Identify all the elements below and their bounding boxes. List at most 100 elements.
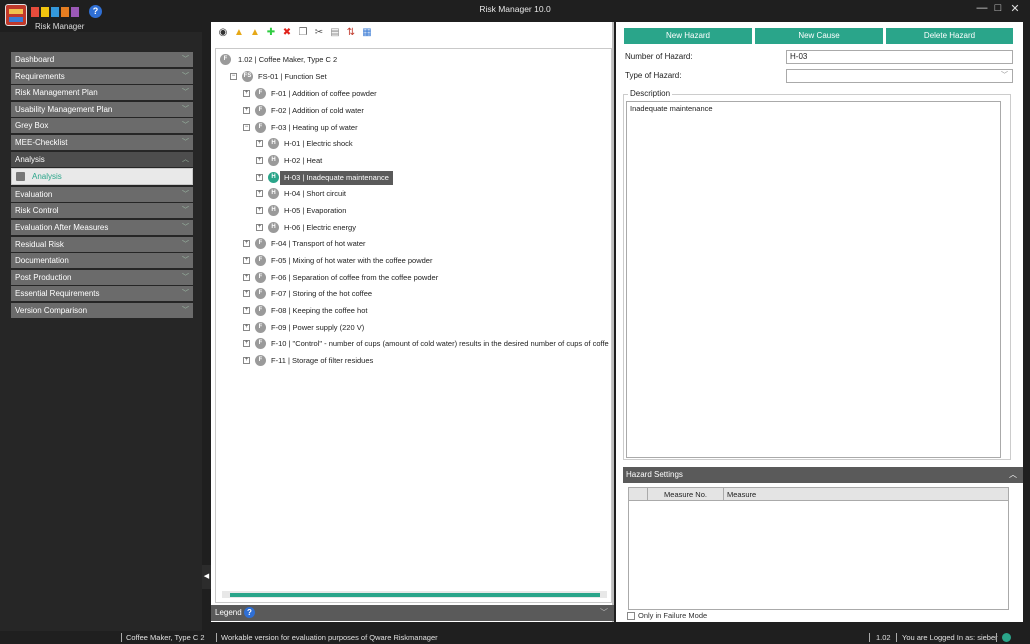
chevron-down-icon: ﹀ [182,290,189,298]
expand-icon[interactable]: + [243,340,250,347]
legend-bar[interactable]: Legend ? ﹀ [211,605,614,621]
expand-icon[interactable]: + [243,357,250,364]
hazard-badge-icon: H [268,172,279,183]
collapse-sidebar-button[interactable]: ◀ [202,565,211,589]
expand-icon[interactable]: + [256,190,263,197]
sidebar-item-residual-risk[interactable]: Residual Risk ﹀ [11,236,193,252]
sidebar-item-grey-box[interactable]: Grey Box ﹀ [11,118,193,134]
status-project: Coffee Maker, Type C 2 [126,633,205,642]
status-bar: Coffee Maker, Type C 2 Workable version … [0,631,1030,644]
sidebar-nav: Dashboard ﹀ Requirements ﹀ Risk Management… [11,52,193,320]
sidebar-item-evaluation-after-measures[interactable]: Evaluation After Measures ﹀ [11,219,193,235]
expand-icon[interactable]: + [243,107,250,114]
sidebar-item-documentation[interactable]: Documentation ﹀ [11,253,193,269]
column-header-measure-no[interactable]: Measure No. [647,488,723,501]
expand-icon[interactable]: + [256,174,263,181]
cut-icon[interactable]: ✂ [313,27,325,39]
help-icon[interactable]: ? [89,5,102,18]
sidebar-item-version-comparison[interactable]: Version Comparison ﹀ [11,302,193,318]
expand-icon[interactable]: + [243,240,250,247]
sidebar-item-essential-requirements[interactable]: Essential Requirements ﹀ [11,286,193,302]
function-set-badge-icon: FS [242,71,253,82]
sidebar-subitem-analysis[interactable]: Analysis [11,168,193,186]
sidebar-item-risk-control[interactable]: Risk Control ﹀ [11,203,193,219]
maximize-button[interactable]: □ [991,2,1005,14]
sidebar-item-mee-checklist[interactable]: MEE-Checklist ﹀ [11,134,193,150]
chevron-down-icon: ﹀ [182,257,189,265]
function-badge-icon: F [255,355,266,366]
expand-icon[interactable]: + [243,257,250,264]
sidebar-item-evaluation[interactable]: Evaluation ﹀ [11,186,193,202]
chevron-up-icon: ︿ [182,155,189,163]
add-icon[interactable]: ✚ [265,27,277,39]
number-of-hazard-field[interactable]: H-03 [786,50,1013,64]
chevron-down-icon: ﹀ [182,138,189,146]
minimize-button[interactable]: — [975,2,989,14]
expand-icon[interactable]: + [243,324,250,331]
function-badge-icon: F [255,88,266,99]
sidebar-item-analysis[interactable]: Analysis ︿ [11,151,193,167]
copy-icon[interactable]: ❐ [297,27,309,39]
chevron-down-icon: ﹀ [600,608,608,617]
only-failure-mode-checkbox[interactable] [627,612,635,620]
analysis-icon [16,172,25,182]
function-badge-icon: F [255,255,266,266]
close-button[interactable]: ✕ [1008,2,1022,15]
binoculars-icon[interactable]: ◉ [217,27,229,39]
description-textarea[interactable]: Inadequate maintenance [626,101,1001,458]
expand-icon[interactable]: + [256,224,263,231]
only-failure-mode-label: Only in Failure Mode [638,611,708,620]
function-badge-icon: F [255,122,266,133]
chevron-down-icon: ﹀ [182,56,189,63]
delete-icon[interactable]: ✖ [281,27,293,39]
collapse-icon[interactable]: − [230,73,237,80]
sidebar-item-post-production[interactable]: Post Production ﹀ [11,269,193,285]
new-hazard-button[interactable]: New Hazard [624,28,752,44]
tree-down-icon[interactable]: ▲ [249,27,261,39]
sort-icon[interactable]: ⇅ [345,27,357,39]
hazard-tree: F 1.02 | Coffee Maker, Type C 2 − FS FS-… [215,48,612,603]
new-cause-button[interactable]: New Cause [755,28,883,44]
function-badge-icon: F [255,338,266,349]
sidebar-item-risk-management-plan[interactable]: Risk Management Plan ﹀ [11,85,193,101]
type-of-hazard-select[interactable]: ﹀ [786,69,1013,83]
expand-icon[interactable]: + [256,140,263,147]
export-icon[interactable]: ▦ [361,27,373,39]
hazard-badge-icon: H [268,138,279,149]
hazard-badge-icon: H [268,188,279,199]
function-badge-icon: F [220,54,231,65]
function-badge-icon: F [255,288,266,299]
hazard-badge-icon: H [268,205,279,216]
chevron-down-icon: ﹀ [182,207,189,215]
chevron-up-icon: ︿ [1009,470,1017,479]
sidebar-item-usability-management-plan[interactable]: Usability Management Plan ﹀ [11,101,193,117]
help-icon[interactable]: ? [244,607,255,618]
chevron-down-icon: ﹀ [182,105,189,113]
chevron-down-icon: ﹀ [1001,72,1008,79]
hazard-detail-panel: New Hazard New Cause Delete Hazard Numbe… [616,22,1023,622]
tree-up-icon[interactable]: ▲ [233,27,245,39]
expand-icon[interactable]: + [243,307,250,314]
expand-icon[interactable]: + [243,274,250,281]
hazard-settings-header[interactable]: Hazard Settings ︿ [623,467,1023,483]
column-header-measure[interactable]: Measure [723,488,1010,501]
collapse-icon[interactable]: − [243,124,250,131]
paste-icon[interactable]: ▤ [329,27,341,39]
horizontal-scrollbar[interactable] [222,591,607,598]
expand-icon[interactable]: + [256,157,263,164]
expand-icon[interactable]: + [243,90,250,97]
function-badge-icon: F [255,322,266,333]
chevron-down-icon: ﹀ [182,89,189,97]
sidebar-item-requirements[interactable]: Requirements ﹀ [11,68,193,84]
sidebar-item-dashboard[interactable]: Dashboard ﹀ [11,52,193,67]
expand-icon[interactable]: + [243,290,250,297]
function-badge-icon: F [255,105,266,116]
expand-icon[interactable]: + [256,207,263,214]
description-label: Description [628,89,673,98]
scrollbar-thumb[interactable] [230,593,600,597]
delete-hazard-button[interactable]: Delete Hazard [886,28,1013,44]
function-badge-icon: F [255,305,266,316]
toolbox-icon [5,4,27,26]
quick-tools-icon[interactable] [31,6,86,18]
chevron-down-icon: ﹀ [182,72,189,80]
